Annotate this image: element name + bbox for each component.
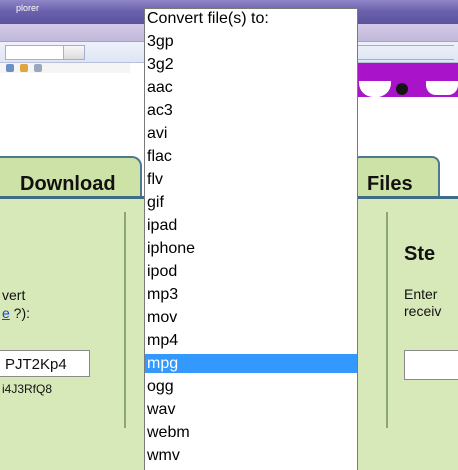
dropdown-option-webm[interactable]: webm [145,423,357,442]
help-line: e ?): [2,304,30,322]
dropdown-option-ogg[interactable]: ogg [145,377,357,396]
dropdown-option-ac3[interactable]: ac3 [145,101,357,120]
site-banner [356,63,458,97]
dropdown-option-gif[interactable]: gif [145,193,357,212]
banner-graphic [359,81,391,97]
favorites-icon[interactable] [6,64,14,72]
tools-icon[interactable] [34,64,42,72]
dropdown-option-ipod[interactable]: ipod [145,262,357,281]
step-instructions-line: Enter [404,286,438,302]
dropdown-option-flv[interactable]: flv [145,170,357,189]
tab-download-label: Download [20,173,116,195]
dropdown-option-ipad[interactable]: ipad [145,216,357,235]
video-code-example: i4J3RfQ8 [2,382,53,396]
step-instructions-line: receiv [404,303,442,319]
dropdown-option-mpg[interactable]: mpg [145,354,357,373]
dropdown-option-wav[interactable]: wav [145,400,357,419]
dropdown-option-mp4[interactable]: mp4 [145,331,357,350]
dropdown-option-mp3[interactable]: mp3 [145,285,357,304]
convert-label: vert [2,287,26,303]
banner-graphic [426,81,458,95]
dropdown-option-avi[interactable]: avi [145,124,357,143]
dropdown-option-wmv[interactable]: wmv [145,446,357,465]
feeds-icon[interactable] [20,64,28,72]
help-suffix: ?): [9,305,31,321]
help-link[interactable]: e [2,305,10,321]
dropdown-header[interactable]: Convert file(s) to: [145,9,357,28]
step-instructions: Enter receiv [404,286,441,320]
dropdown-option-3g2[interactable]: 3g2 [145,55,357,74]
window-title: plorer [16,3,40,13]
go-button[interactable] [63,45,85,60]
column-divider [386,212,388,428]
convert-instructions: vert e ?): [2,286,30,322]
dropdown-option-3gp[interactable]: 3gp [145,32,357,51]
banner-dot [396,83,408,95]
dropdown-option-aac[interactable]: aac [145,78,357,97]
column-divider [124,212,126,428]
dropdown-option-flac[interactable]: flac [145,147,357,166]
dropdown-option-mov[interactable]: mov [145,308,357,327]
step-heading: Ste [404,243,436,265]
search-box[interactable] [358,45,454,60]
email-field[interactable] [404,350,458,380]
tab-files-label: Files [367,173,413,195]
dropdown-option-iphone[interactable]: iphone [145,239,357,258]
address-input[interactable] [5,45,65,60]
video-code-input[interactable]: PJT2Kp4 [0,350,90,377]
format-dropdown-list[interactable]: Convert file(s) to: 3gp 3g2 aac ac3 avi flac f… [144,8,358,470]
